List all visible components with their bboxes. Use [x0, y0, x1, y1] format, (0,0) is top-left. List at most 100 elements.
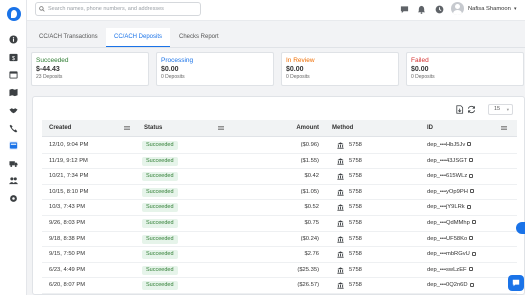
chevron-down-icon[interactable]: ▾	[514, 6, 517, 12]
column-menu-icon[interactable]	[501, 125, 507, 131]
chat-bubble-icon	[512, 279, 520, 287]
cell-id[interactable]: dep_•••HbJ5Jv	[427, 138, 472, 153]
copy-icon[interactable]	[469, 173, 474, 178]
table-row[interactable]: 9/18, 8:38 PM Succeeded ($0.24) 5758 dep_•••…	[42, 232, 517, 248]
table-row[interactable]: 9/26, 8:03 PM Succeeded $0.75 5758 dep_•••Qd…	[42, 216, 517, 232]
tab-transactions[interactable]: CC/ACH Transactions	[39, 28, 98, 47]
nav-payments-icon[interactable]	[9, 141, 18, 150]
deposit-id: dep_•••615WLz	[427, 173, 468, 180]
column-header-amount[interactable]: Amount	[296, 120, 319, 137]
chat-widget-button[interactable]	[508, 275, 524, 291]
search-input[interactable]	[48, 6, 198, 12]
copy-icon[interactable]	[469, 158, 474, 163]
nav-settings-icon[interactable]	[9, 194, 18, 203]
copy-icon[interactable]	[469, 282, 474, 287]
column-menu-icon[interactable]	[218, 125, 224, 131]
cell-created: 6/23, 4:49 PM	[49, 266, 86, 273]
avatar[interactable]	[451, 2, 464, 15]
refresh-icon[interactable]	[467, 105, 476, 114]
table-row[interactable]: 10/21, 7:34 PM Succeeded $0.42 5758 dep_•••6…	[42, 169, 517, 185]
table-row[interactable]: 12/10, 9:04 PM Succeeded ($0.96) 5758 dep_••…	[42, 138, 517, 154]
copy-icon[interactable]	[468, 267, 473, 272]
bank-icon	[337, 142, 344, 149]
chat-icon[interactable]	[400, 5, 409, 14]
cell-amount: $2.76	[304, 251, 319, 258]
cell-id[interactable]: dep_•••UF58Ko	[427, 232, 474, 247]
nav-phone-icon[interactable]	[9, 124, 18, 133]
summary-card-in-review: In Review $0.00 0 Deposits	[281, 52, 399, 86]
nav-calendar-icon[interactable]	[9, 70, 18, 79]
nav-dollar-icon[interactable]: $	[9, 53, 18, 62]
status-badge: Succeeded	[142, 172, 178, 182]
table-row[interactable]: 10/15, 8:10 PM Succeeded ($1.05) 5758 dep_••…	[42, 185, 517, 201]
column-menu-icon[interactable]	[124, 125, 130, 131]
column-header-method[interactable]: Method	[332, 120, 353, 137]
card-amount: $0.00	[286, 66, 304, 73]
table-row[interactable]: 11/19, 9:12 PM Succeeded ($1.55) 5758 dep_••…	[42, 154, 517, 170]
cell-created: 9/15, 7:50 PM	[49, 251, 86, 258]
cell-id[interactable]: dep_•••jY9LRk	[427, 200, 471, 215]
bank-icon	[337, 220, 344, 227]
cell-amount: ($26.57)	[297, 282, 319, 289]
status-badge: Succeeded	[142, 250, 178, 260]
export-icon[interactable]	[455, 105, 464, 114]
search-icon	[39, 6, 45, 12]
deposit-id: dep_•••yOp9PH	[427, 188, 468, 195]
cell-id[interactable]: dep_•••615WLz	[427, 169, 474, 184]
nav-map-icon[interactable]	[9, 88, 18, 97]
app-logo[interactable]	[7, 7, 21, 21]
table-row[interactable]: 9/15, 7:50 PM Succeeded $2.76 5758 dep_•••mb…	[42, 247, 517, 263]
copy-icon[interactable]	[467, 142, 472, 147]
column-header-id[interactable]: ID	[427, 120, 433, 137]
cell-id[interactable]: dep_•••43JSGT	[427, 154, 474, 169]
copy-icon[interactable]	[471, 220, 476, 225]
nav-users-icon[interactable]	[9, 176, 18, 185]
copy-icon[interactable]	[469, 236, 474, 241]
cell-id[interactable]: dep_•••yOp9PH	[427, 185, 474, 200]
table-row[interactable]: 10/3, 7:43 PM Succeeded $0.52 5758 dep_•••jY…	[42, 200, 517, 216]
card-amount: $-44.43	[36, 66, 60, 73]
cell-id[interactable]: dep_•••0Q2n6D	[427, 278, 474, 293]
deposit-id: dep_•••UF58Ko	[427, 235, 468, 242]
bank-icon	[337, 157, 344, 165]
sidebar: $	[0, 0, 27, 295]
search-box[interactable]	[35, 2, 201, 16]
cell-method: 5758	[349, 266, 362, 273]
copy-icon[interactable]	[471, 251, 476, 256]
clock-icon[interactable]	[435, 5, 444, 14]
bell-icon[interactable]	[417, 5, 426, 14]
feedback-tab[interactable]	[516, 222, 525, 234]
nav-info-icon[interactable]	[9, 35, 18, 44]
column-header-status[interactable]: Status	[144, 120, 162, 137]
tab-deposits[interactable]: CC/ACH Deposits	[106, 28, 171, 47]
nav-truck-icon[interactable]	[9, 159, 18, 168]
bank-icon	[337, 235, 344, 243]
cell-created: 12/10, 9:04 PM	[49, 142, 89, 148]
card-title: Processing	[161, 57, 194, 64]
status-badge: Succeeded	[142, 265, 178, 275]
status-badge: Succeeded	[142, 187, 178, 197]
nav-handshake-icon[interactable]	[9, 106, 18, 115]
cell-amount: $0.52	[304, 204, 319, 211]
copy-icon[interactable]	[469, 189, 474, 194]
table-row[interactable]: 6/23, 4:49 PM Succeeded ($25.35) 5758 dep_••…	[42, 263, 517, 279]
rows-per-page-select[interactable]: 15 ▾	[488, 104, 513, 115]
copy-icon[interactable]	[466, 204, 471, 209]
cell-id[interactable]: dep_•••mbRGvU	[427, 247, 476, 262]
cell-id[interactable]: dep_•••QdMMhp	[427, 216, 476, 231]
cell-id[interactable]: dep_•••swLzEF	[427, 263, 473, 278]
cell-created: 11/19, 9:12 PM	[49, 157, 88, 164]
card-amount: $0.00	[411, 66, 429, 73]
cell-created: 6/20, 8:07 PM	[49, 282, 86, 289]
user-name[interactable]: Nafisa Shamoon	[468, 6, 511, 12]
tab-checks-report[interactable]: Checks Report	[179, 28, 219, 47]
cell-amount: ($1.55)	[300, 157, 319, 164]
cell-amount: $0.42	[304, 173, 319, 180]
cell-method: 5758	[349, 220, 362, 226]
deposit-id: dep_•••HbJ5Jv	[427, 142, 466, 148]
cell-created: 9/18, 8:38 PM	[49, 235, 86, 242]
bank-icon	[337, 204, 344, 212]
column-header-created[interactable]: Created	[49, 120, 71, 137]
status-badge: Succeeded	[142, 234, 178, 244]
table-row[interactable]: 6/20, 8:07 PM Succeeded ($26.57) 5758 dep_••…	[42, 278, 517, 294]
